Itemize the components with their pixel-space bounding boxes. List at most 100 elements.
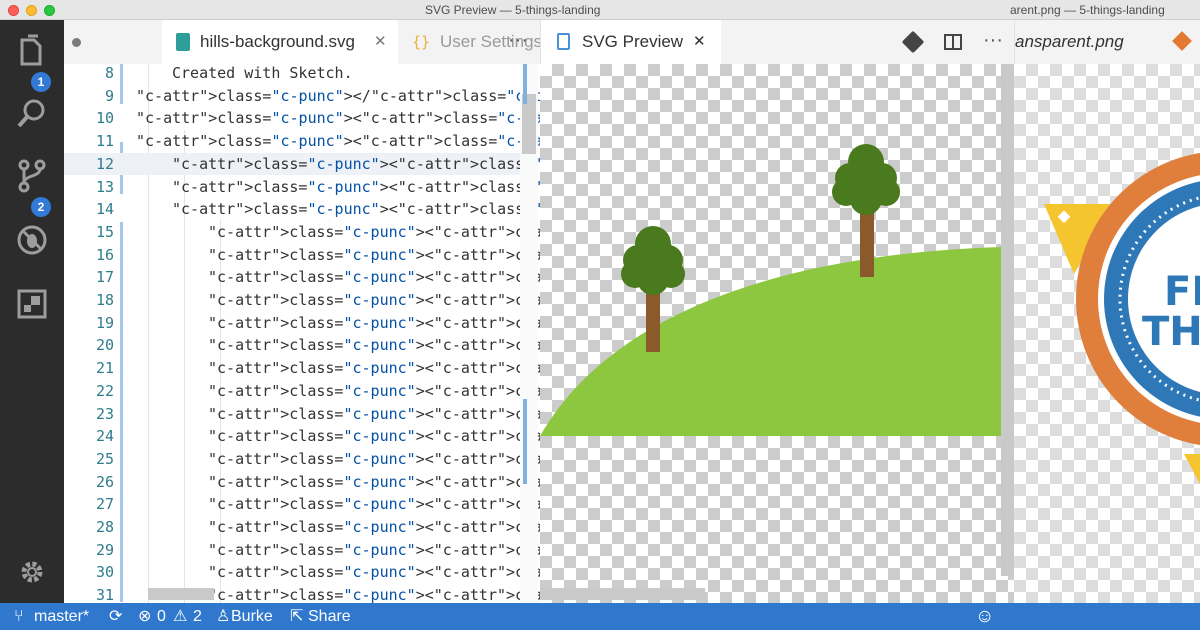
code-line[interactable]: 16 "c-attr">class="c-punc"><"c-attr">clas… bbox=[64, 244, 540, 267]
line-number: 9 bbox=[104, 86, 114, 105]
line-number: 8 bbox=[104, 64, 114, 82]
code-line[interactable]: 9 "c-attr">class="c-punc"></"c-attr">clas… bbox=[64, 85, 540, 108]
code-line[interactable]: 12 "c-attr">class="c-punc"><"c-attr">clas… bbox=[64, 152, 540, 176]
overview-ruler-mark bbox=[523, 399, 527, 484]
line-text: "c-attr">class="c-punc"><"c-attr">class=… bbox=[208, 472, 540, 491]
line-number: 14 bbox=[95, 200, 114, 219]
line-text: "c-attr">class="c-punc"><"c-attr">class=… bbox=[208, 313, 540, 332]
window-close-button[interactable] bbox=[8, 5, 19, 16]
code-line[interactable]: 17 "c-attr">class="c-punc"><"c-attr">clas… bbox=[64, 266, 540, 289]
source-control-icon[interactable] bbox=[14, 158, 50, 194]
line-number: 30 bbox=[95, 563, 114, 582]
live-share-user[interactable]: Burke bbox=[231, 603, 273, 630]
code-line[interactable]: 25 "c-attr">class="c-punc"><"c-attr">clas… bbox=[64, 448, 540, 471]
error-count[interactable]: 0 bbox=[157, 603, 166, 630]
more-actions-button[interactable]: ··· bbox=[508, 20, 528, 64]
line-text: "c-attr">class="c-punc"></"c-attr">class… bbox=[136, 86, 540, 105]
code-line[interactable]: 21 "c-attr">class="c-punc"><"c-attr">clas… bbox=[64, 357, 540, 380]
code-line[interactable]: 28 "c-attr">class="c-punc"><"c-attr">clas… bbox=[64, 516, 540, 539]
line-text: "c-attr">class="c-punc"><"c-attr">class=… bbox=[136, 109, 540, 128]
line-number: 18 bbox=[95, 291, 114, 309]
code-line[interactable]: 22 "c-attr">class="c-punc"><"c-attr">clas… bbox=[64, 380, 540, 403]
branch-icon: ⑂ bbox=[14, 608, 24, 625]
code-line[interactable]: 26 "c-attr">class="c-punc"><"c-attr">clas… bbox=[64, 471, 540, 494]
tab-svg-preview[interactable]: SVG Preview ✕ bbox=[541, 20, 721, 64]
open-source-icon[interactable] bbox=[901, 30, 925, 54]
window-maximize-button[interactable] bbox=[44, 5, 55, 16]
search-icon[interactable] bbox=[14, 96, 50, 132]
line-text: "c-attr">class="c-punc"><"c-attr">class=… bbox=[208, 336, 540, 355]
warning-icon: ⚠ bbox=[173, 608, 188, 625]
line-number: 10 bbox=[95, 109, 114, 128]
second-window-title: arent.png — 5-things-landing bbox=[1010, 3, 1165, 17]
code-line[interactable]: 24 "c-attr">class="c-punc"><"c-attr">clas… bbox=[64, 425, 540, 448]
code-editor[interactable]: 8 Created with Sketch. 9 "c-attr">class="c-… bbox=[64, 64, 540, 603]
line-text: "c-attr">class="c-punc"><"c-attr">class=… bbox=[208, 427, 540, 446]
extensions-icon[interactable] bbox=[14, 286, 50, 322]
line-text: "c-attr">class="c-punc"><"c-attr">class=… bbox=[208, 540, 540, 559]
line-number: 16 bbox=[95, 245, 114, 264]
logo-text-line-2: THI bbox=[1142, 309, 1200, 355]
line-text: "c-attr">class="c-punc"><"c-attr">class=… bbox=[136, 132, 540, 151]
more-actions-button[interactable]: ··· bbox=[983, 20, 1003, 60]
user-icon: ♙ bbox=[216, 608, 231, 625]
code-line[interactable]: 13 "c-attr">class="c-punc"><"c-attr">clas… bbox=[64, 176, 540, 199]
line-text: "c-attr">class="c-punc"><"c-attr">class=… bbox=[208, 245, 540, 264]
line-text: "c-attr">class="c-punc"><"c-attr">class=… bbox=[172, 177, 540, 196]
line-text: "c-attr">class="c-punc"><"c-attr">class=… bbox=[208, 449, 540, 468]
tab-close-icon[interactable]: ✕ bbox=[693, 20, 706, 64]
png-tab-bar: ansparent.png bbox=[1014, 20, 1200, 64]
tab-label[interactable]: ansparent.png bbox=[1015, 20, 1124, 64]
line-text: Created with Sketch. bbox=[172, 64, 353, 82]
feedback-smiley-icon[interactable]: ☺ bbox=[975, 603, 994, 630]
code-line[interactable]: 18 "c-attr">class="c-punc"><"c-attr">clas… bbox=[64, 289, 540, 312]
preview-scrollbar[interactable] bbox=[1001, 64, 1014, 576]
branch-name[interactable]: master* bbox=[34, 603, 89, 630]
svg-file-icon bbox=[176, 33, 190, 51]
hills-illustration bbox=[540, 144, 1002, 436]
preview-tab-bar: SVG Preview ✕ ··· bbox=[540, 20, 1014, 64]
code-line[interactable]: 27 "c-attr">class="c-punc"><"c-attr">clas… bbox=[64, 493, 540, 516]
scm-badge: 2 bbox=[31, 197, 51, 217]
tree-trunk bbox=[860, 209, 874, 277]
code-line[interactable]: 19 "c-attr">class="c-punc"><"c-attr">clas… bbox=[64, 312, 540, 335]
window-minimize-button[interactable] bbox=[26, 5, 37, 16]
code-line[interactable]: 30 "c-attr">class="c-punc"><"c-attr">clas… bbox=[64, 561, 540, 584]
line-number: 23 bbox=[95, 404, 114, 423]
code-line[interactable]: 15 "c-attr">class="c-punc"><"c-attr">clas… bbox=[64, 221, 540, 244]
share-button[interactable]: Share bbox=[308, 603, 351, 630]
horizontal-scrollbar[interactable] bbox=[148, 588, 214, 600]
preview-horizontal-scrollbar[interactable] bbox=[540, 588, 705, 600]
line-text: "c-attr">class="c-punc"><"c-attr">class=… bbox=[208, 268, 540, 287]
status-bar: ⑂ master* ⟳ ⊗ 0 ⚠ 2 ♙ Burke ⇱ Share ☺ bbox=[0, 603, 1200, 630]
line-text: "c-attr">class="c-punc"><"c-attr">class=… bbox=[208, 563, 540, 582]
hill-shape bbox=[540, 247, 1002, 436]
settings-gear-icon[interactable] bbox=[14, 554, 50, 590]
code-line[interactable]: 14 "c-attr">class="c-punc"><"c-attr">clas… bbox=[64, 198, 540, 221]
code-line[interactable]: 8 Created with Sketch. bbox=[64, 64, 534, 85]
code-line[interactable]: 20 "c-attr">class="c-punc"><"c-attr">clas… bbox=[64, 334, 540, 357]
line-text: "c-attr">class="c-punc"><"c-attr">class=… bbox=[172, 154, 540, 173]
tab-user-settings[interactable]: {} User Settings bbox=[398, 20, 558, 64]
line-number: 17 bbox=[95, 268, 114, 287]
sync-icon[interactable]: ⟳ bbox=[109, 603, 122, 630]
code-line[interactable]: 23 "c-attr">class="c-punc"><"c-attr">clas… bbox=[64, 403, 540, 426]
png-image-preview: FI THI bbox=[1014, 64, 1200, 603]
line-text: "c-attr">class="c-punc"><"c-attr">class=… bbox=[172, 200, 540, 219]
line-text: "c-attr">class="c-punc"><"c-attr">class=… bbox=[208, 495, 540, 514]
tab-hills-background[interactable]: hills-background.svg ✕ bbox=[162, 20, 398, 64]
code-line[interactable]: 11 "c-attr">class="c-punc"><"c-attr">clas… bbox=[64, 130, 540, 153]
code-line[interactable]: 10 "c-attr">class="c-punc"><"c-attr">clas… bbox=[64, 107, 540, 130]
code-line[interactable]: 29 "c-attr">class="c-punc"><"c-attr">clas… bbox=[64, 539, 540, 562]
line-number: 11 bbox=[95, 132, 114, 151]
activity-bar: 1 2 bbox=[0, 20, 64, 603]
explorer-icon[interactable] bbox=[14, 34, 50, 70]
explorer-badge: 1 bbox=[31, 72, 51, 92]
line-number: 20 bbox=[95, 336, 114, 355]
line-number: 22 bbox=[95, 381, 114, 400]
debug-icon[interactable] bbox=[14, 222, 50, 258]
split-editor-divider bbox=[952, 34, 954, 50]
code-line[interactable]: 31 "c-attr">class="c-punc"><"c-attr">clas… bbox=[64, 584, 540, 603]
tab-close-icon[interactable]: ✕ bbox=[374, 20, 387, 64]
warning-count[interactable]: 2 bbox=[193, 603, 202, 630]
